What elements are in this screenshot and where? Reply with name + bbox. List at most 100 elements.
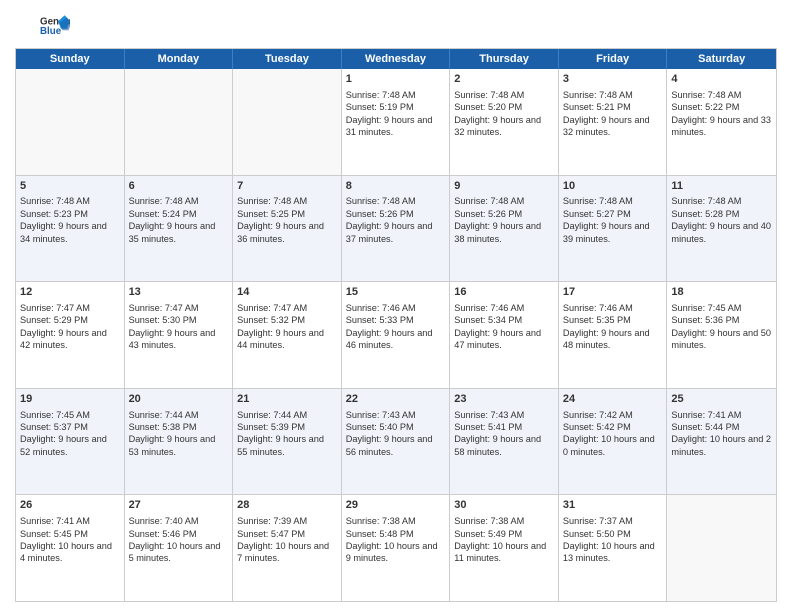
day-content-line: Sunrise: 7:46 AM [454,302,554,314]
cal-cell-w4-d1: 27Sunrise: 7:40 AMSunset: 5:46 PMDayligh… [125,495,234,601]
day-content-line: Daylight: 9 hours and 34 minutes. [20,220,120,245]
week-row-0: 1Sunrise: 7:48 AMSunset: 5:19 PMDaylight… [16,69,776,176]
day-content-line: Sunrise: 7:44 AM [237,409,337,421]
day-content-line: Sunrise: 7:38 AM [346,515,446,527]
cal-cell-w0-d2 [233,69,342,175]
day-content-line: Sunrise: 7:45 AM [671,302,772,314]
day-content-line: Sunrise: 7:40 AM [129,515,229,527]
day-content-line: Daylight: 9 hours and 38 minutes. [454,220,554,245]
day-content-line: Daylight: 9 hours and 35 minutes. [129,220,229,245]
day-content-line: Sunset: 5:50 PM [563,528,663,540]
day-number-18: 18 [671,285,772,300]
day-content-line: Daylight: 10 hours and 7 minutes. [237,540,337,565]
week-row-1: 5Sunrise: 7:48 AMSunset: 5:23 PMDaylight… [16,176,776,283]
day-number-8: 8 [346,179,446,194]
day-number-10: 10 [563,179,663,194]
day-content-line: Daylight: 9 hours and 44 minutes. [237,327,337,352]
header-day-4: Thursday [450,49,559,69]
day-content-line: Daylight: 9 hours and 33 minutes. [671,114,772,139]
cal-cell-w4-d6 [667,495,776,601]
day-number-1: 1 [346,72,446,87]
cal-cell-w0-d6: 4Sunrise: 7:48 AMSunset: 5:22 PMDaylight… [667,69,776,175]
day-content-line: Sunrise: 7:48 AM [563,89,663,101]
day-content-line: Daylight: 10 hours and 9 minutes. [346,540,446,565]
day-content-line: Sunrise: 7:41 AM [20,515,120,527]
cal-cell-w2-d3: 15Sunrise: 7:46 AMSunset: 5:33 PMDayligh… [342,282,451,388]
cal-cell-w2-d1: 13Sunrise: 7:47 AMSunset: 5:30 PMDayligh… [125,282,234,388]
cal-cell-w0-d3: 1Sunrise: 7:48 AMSunset: 5:19 PMDaylight… [342,69,451,175]
day-content-line: Sunrise: 7:46 AM [346,302,446,314]
cal-cell-w3-d5: 24Sunrise: 7:42 AMSunset: 5:42 PMDayligh… [559,389,668,495]
header-day-6: Saturday [667,49,776,69]
cal-cell-w4-d4: 30Sunrise: 7:38 AMSunset: 5:49 PMDayligh… [450,495,559,601]
day-number-11: 11 [671,179,772,194]
cal-cell-w1-d4: 9Sunrise: 7:48 AMSunset: 5:26 PMDaylight… [450,176,559,282]
calendar: SundayMondayTuesdayWednesdayThursdayFrid… [15,48,777,602]
cal-cell-w4-d2: 28Sunrise: 7:39 AMSunset: 5:47 PMDayligh… [233,495,342,601]
cal-cell-w0-d4: 2Sunrise: 7:48 AMSunset: 5:20 PMDaylight… [450,69,559,175]
day-number-12: 12 [20,285,120,300]
day-content-line: Sunset: 5:36 PM [671,314,772,326]
day-content-line: Sunrise: 7:48 AM [20,195,120,207]
day-content-line: Sunset: 5:25 PM [237,208,337,220]
cal-cell-w0-d1 [125,69,234,175]
day-content-line: Sunrise: 7:48 AM [237,195,337,207]
day-content-line: Sunrise: 7:42 AM [563,409,663,421]
day-content-line: Sunrise: 7:38 AM [454,515,554,527]
day-content-line: Sunrise: 7:39 AM [237,515,337,527]
cal-cell-w2-d0: 12Sunrise: 7:47 AMSunset: 5:29 PMDayligh… [16,282,125,388]
day-number-2: 2 [454,72,554,87]
day-content-line: Daylight: 9 hours and 56 minutes. [346,433,446,458]
day-content-line: Sunset: 5:26 PM [346,208,446,220]
day-content-line: Sunrise: 7:45 AM [20,409,120,421]
day-content-line: Daylight: 9 hours and 42 minutes. [20,327,120,352]
day-content-line: Sunset: 5:22 PM [671,101,772,113]
cal-cell-w2-d6: 18Sunrise: 7:45 AMSunset: 5:36 PMDayligh… [667,282,776,388]
day-number-4: 4 [671,72,772,87]
cal-cell-w2-d4: 16Sunrise: 7:46 AMSunset: 5:34 PMDayligh… [450,282,559,388]
day-content-line: Daylight: 9 hours and 32 minutes. [454,114,554,139]
day-content-line: Sunrise: 7:37 AM [563,515,663,527]
day-number-30: 30 [454,498,554,513]
cal-cell-w3-d1: 20Sunrise: 7:44 AMSunset: 5:38 PMDayligh… [125,389,234,495]
day-content-line: Sunrise: 7:48 AM [129,195,229,207]
day-content-line: Sunset: 5:37 PM [20,421,120,433]
logo: General Blue [15,10,99,40]
cal-cell-w1-d5: 10Sunrise: 7:48 AMSunset: 5:27 PMDayligh… [559,176,668,282]
day-content-line: Sunset: 5:32 PM [237,314,337,326]
day-content-line: Sunset: 5:24 PM [129,208,229,220]
day-content-line: Sunset: 5:45 PM [20,528,120,540]
day-content-line: Daylight: 9 hours and 58 minutes. [454,433,554,458]
logo-icon: General Blue [15,10,95,40]
day-content-line: Sunset: 5:21 PM [563,101,663,113]
day-content-line: Sunrise: 7:47 AM [129,302,229,314]
week-row-4: 26Sunrise: 7:41 AMSunset: 5:45 PMDayligh… [16,495,776,601]
day-number-9: 9 [454,179,554,194]
day-content-line: Daylight: 9 hours and 53 minutes. [129,433,229,458]
day-number-29: 29 [346,498,446,513]
day-content-line: Sunset: 5:26 PM [454,208,554,220]
day-number-25: 25 [671,392,772,407]
page: General Blue SundayMondayTuesdayWednesda… [0,0,792,612]
day-content-line: Daylight: 10 hours and 0 minutes. [563,433,663,458]
day-content-line: Sunset: 5:28 PM [671,208,772,220]
day-content-line: Sunset: 5:47 PM [237,528,337,540]
day-content-line: Sunset: 5:41 PM [454,421,554,433]
day-content-line: Sunset: 5:34 PM [454,314,554,326]
svg-text:Blue: Blue [40,26,62,37]
day-content-line: Sunrise: 7:46 AM [563,302,663,314]
day-number-27: 27 [129,498,229,513]
day-number-22: 22 [346,392,446,407]
day-number-3: 3 [563,72,663,87]
calendar-header-row: SundayMondayTuesdayWednesdayThursdayFrid… [16,49,776,69]
day-number-7: 7 [237,179,337,194]
cal-cell-w0-d5: 3Sunrise: 7:48 AMSunset: 5:21 PMDaylight… [559,69,668,175]
day-number-14: 14 [237,285,337,300]
cal-cell-w3-d0: 19Sunrise: 7:45 AMSunset: 5:37 PMDayligh… [16,389,125,495]
day-number-15: 15 [346,285,446,300]
day-content-line: Sunset: 5:49 PM [454,528,554,540]
cal-cell-w0-d0 [16,69,125,175]
day-content-line: Daylight: 9 hours and 40 minutes. [671,220,772,245]
day-content-line: Daylight: 10 hours and 13 minutes. [563,540,663,565]
cal-cell-w1-d2: 7Sunrise: 7:48 AMSunset: 5:25 PMDaylight… [233,176,342,282]
